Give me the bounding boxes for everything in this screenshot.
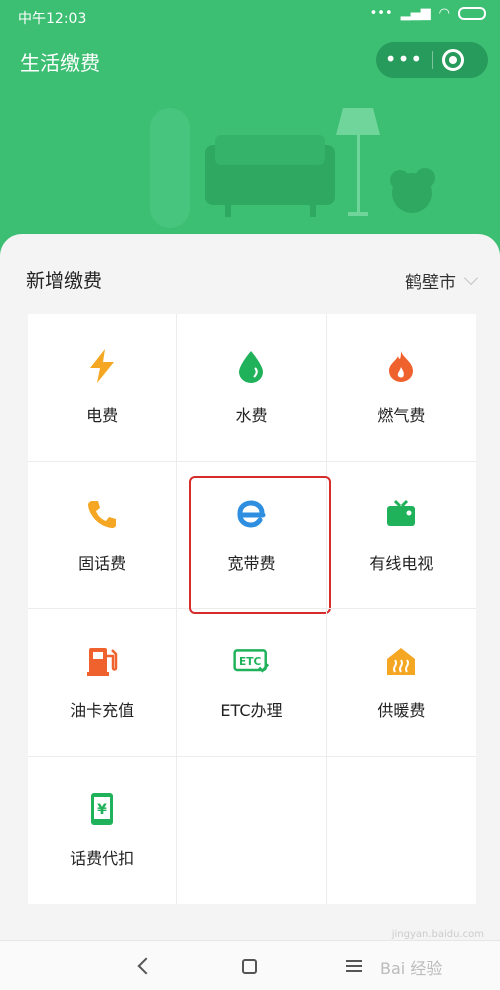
svg-text:¥: ¥: [97, 802, 107, 818]
chevron-down-icon: [463, 270, 479, 285]
heating-icon: [383, 643, 419, 679]
service-landline[interactable]: 固话费: [28, 461, 178, 609]
broadband-e-icon: [233, 496, 269, 532]
phone-icon: [84, 496, 120, 532]
service-label: 水费: [235, 406, 268, 425]
page-title: 生活缴费: [20, 51, 100, 75]
service-water[interactable]: 水费: [177, 314, 327, 462]
mobile-yuan-icon: ¥: [84, 791, 120, 827]
service-label: 宽带费: [227, 553, 276, 573]
empty-cell: [327, 757, 476, 905]
service-label: 固话费: [78, 553, 127, 573]
tv-icon: [383, 496, 419, 532]
status-time: 中午12:03: [18, 11, 87, 27]
city-selector[interactable]: 鹤壁市: [405, 268, 479, 293]
content-sheet: 新增缴费 鹤壁市 电费 水费 燃气费 固话费 宽带费 有线电视 油卡充值 ETC…: [0, 234, 500, 940]
miniprogram-capsule: •••: [376, 42, 488, 78]
service-fuel-card[interactable]: 油卡充值: [28, 609, 178, 757]
service-grid: 电费 水费 燃气费 固话费 宽带费 有线电视 油卡充值 ETC ETC办理 供暖…: [28, 314, 476, 904]
service-label: 供暖费: [377, 701, 426, 720]
etc-icon: ETC: [233, 643, 270, 679]
watermark: Bai 经验: [380, 959, 443, 978]
watermark-url: jingyan.baidu.com: [391, 929, 484, 940]
system-nav-bar: Bai 经验 jingyan.baidu.com: [0, 929, 500, 990]
service-cable-tv[interactable]: 有线电视: [326, 462, 476, 609]
service-heating[interactable]: 供暖费: [326, 609, 476, 757]
signal-icon: ▂▄▆: [400, 6, 431, 21]
service-gas[interactable]: 燃气费: [326, 314, 476, 462]
battery-icon: [458, 7, 486, 20]
lightning-icon: [84, 348, 120, 384]
service-broadband[interactable]: 宽带费: [177, 461, 332, 614]
city-label: 鹤壁市: [405, 273, 456, 293]
gas-pump-icon: [84, 643, 120, 679]
capsule-divider: [432, 51, 433, 69]
svg-text:ETC: ETC: [240, 655, 263, 668]
service-etc[interactable]: ETC ETC办理: [177, 609, 327, 757]
header-banner: 中午12:03 ••• ▂▄▆ ◠ 生活缴费 •••: [0, 0, 500, 270]
service-label: 话费代扣: [70, 848, 135, 868]
wifi-icon: ◠: [438, 6, 450, 21]
service-electricity[interactable]: 电费: [28, 314, 178, 462]
section-title: 新增缴费: [26, 270, 103, 292]
notification-dots: •••: [369, 6, 393, 21]
flame-icon: [383, 348, 419, 384]
water-drop-icon: [233, 348, 269, 384]
status-bar: 中午12:03 ••• ▂▄▆ ◠: [0, 0, 500, 34]
back-icon[interactable]: [137, 957, 155, 975]
service-label: ETC办理: [220, 701, 283, 720]
close-miniprogram-button[interactable]: [442, 49, 464, 71]
menu-icon[interactable]: [346, 960, 362, 972]
living-room-illustration: [150, 108, 435, 228]
service-phone-bill-autopay[interactable]: ¥ 话费代扣: [28, 756, 178, 904]
service-label: 油卡充值: [70, 701, 135, 720]
empty-cell: [177, 756, 327, 904]
home-icon[interactable]: [242, 959, 257, 974]
more-button[interactable]: •••: [376, 42, 432, 78]
service-label: 燃气费: [377, 406, 426, 425]
status-icons: ••• ▂▄▆ ◠: [370, 6, 486, 21]
service-label: 有线电视: [369, 553, 434, 573]
service-label: 电费: [86, 406, 119, 425]
